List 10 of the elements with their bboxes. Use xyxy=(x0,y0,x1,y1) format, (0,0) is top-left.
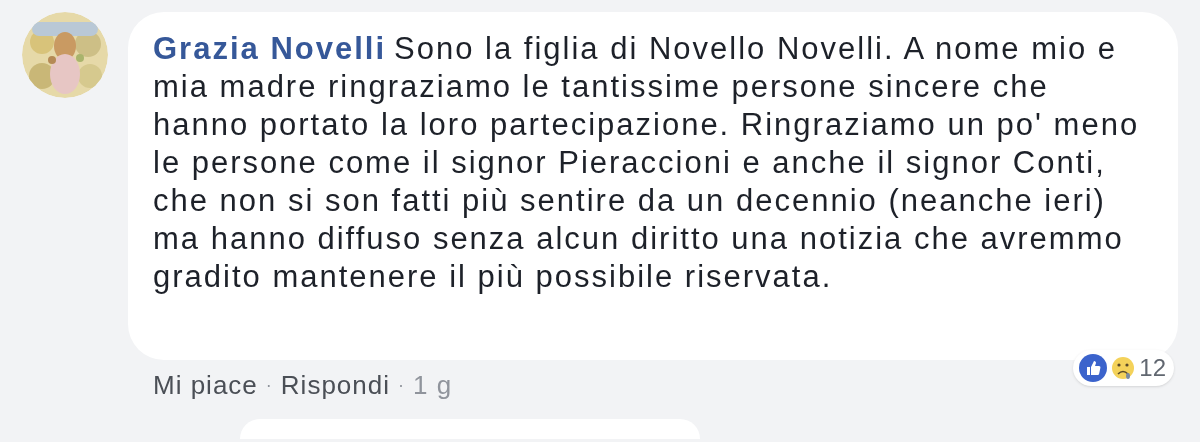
thumbs-up-icon xyxy=(1079,354,1108,382)
comment-text: Grazia Novelli Sono la figlia di Novello Novelli. A nome mio e mia madre ringraziamo le tantissime persone sincere che hanno portato la loro partecipazione. Ringraziamo un po' meno le persone come il signor Pieraccioni e anche il signor Conti, che non si son fatti più sentire da un decennio (neanche ieri) ma hanno diffuso senza alcun diritto una notizia che avremmo gradito mantenere il più possibile riservata. xyxy=(153,30,1141,296)
action-link[interactable]: Mi piace xyxy=(153,366,258,405)
author-link[interactable]: Grazia Novelli xyxy=(153,31,387,66)
reaction-summary[interactable]: 12 xyxy=(1073,350,1174,386)
action-link[interactable]: Rispondi xyxy=(280,366,390,405)
reaction-count: 12 xyxy=(1139,353,1167,383)
sad-face-icon xyxy=(1111,354,1136,382)
separator-dot: · xyxy=(398,374,405,397)
separator-dot: · xyxy=(265,374,273,397)
